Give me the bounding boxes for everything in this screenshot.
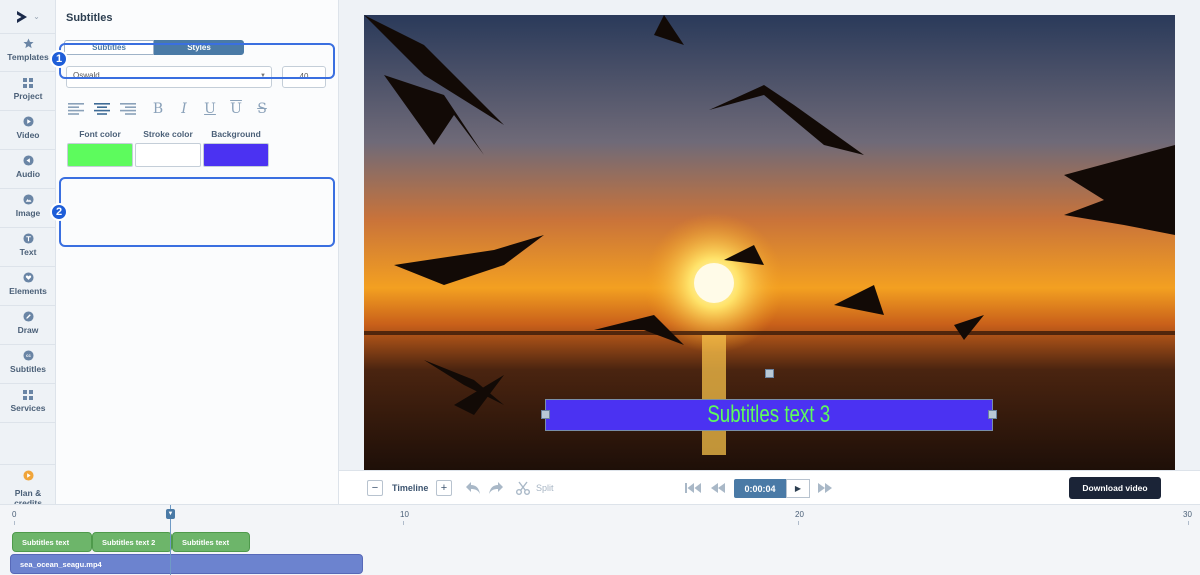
subtitle-clip[interactable]: Subtitles text 2 [92,532,172,552]
sidebar-item-project[interactable]: Project [0,73,56,111]
overline-icon[interactable]: U [226,101,246,117]
sidebar-item-audio[interactable]: Audio [0,151,56,189]
highlight-box-2 [59,177,335,247]
panel-title: Subtitles [66,12,113,24]
redo-icon[interactable] [487,480,505,496]
app-logo[interactable]: ⌄ [0,0,55,34]
play-button[interactable]: ▶ [786,479,810,498]
subtitle-overlay-text: Subtitles text 3 [707,401,831,428]
ruler-tick [1188,521,1189,525]
cc-icon: cc [22,350,34,361]
play-circle-icon [22,116,34,127]
skip-to-start-icon[interactable] [684,480,702,496]
pencil-icon [22,311,34,322]
logo-icon [17,10,28,23]
align-center-icon[interactable] [92,101,112,117]
sidebar-item-label: Draw [17,325,39,335]
ruler-label: 10 [400,510,409,519]
timeline[interactable]: 0 10 20 30 Subtitles text Subtitles text… [0,504,1200,575]
chevron-down-icon: ⌄ [33,12,40,21]
subtitle-clip[interactable]: Subtitles text [172,532,250,552]
sidebar-item-label: Services [10,403,46,413]
sidebar-item-plan-credits[interactable]: Plan & credits [0,464,56,508]
ruler-tick [403,521,404,525]
background-color-label: Background [211,129,261,139]
align-right-icon[interactable] [118,101,138,117]
font-color-swatch[interactable] [67,143,133,167]
services-grid-icon [23,389,34,400]
sidebar-item-image[interactable]: Image [0,190,56,228]
grid-icon [23,77,34,88]
preview-toolbar: − Timeline + Split 0:00:04 ▶ Download vi… [339,470,1200,504]
sidebar-item-draw[interactable]: Draw [0,307,56,345]
sidebar-item-label: Video [16,130,40,140]
subtitle-clip[interactable]: Subtitles text [12,532,92,552]
sidebar-item-video[interactable]: Video [0,112,56,150]
current-time-display: 0:00:04 [734,479,786,498]
step-badge-2: 2 [50,203,68,221]
sidebar-item-label: Subtitles [10,364,46,374]
sidebar-item-label: Audio [15,169,41,179]
scissors-icon[interactable] [514,480,532,496]
download-video-button[interactable]: Download video [1069,477,1161,499]
step-badge-1: 1 [50,50,68,68]
fast-forward-icon[interactable] [816,480,834,496]
ruler-tick [798,521,799,525]
font-color-label: Font color [79,129,121,139]
stroke-color-label: Stroke color [143,129,193,139]
resize-handle-left[interactable] [541,410,550,419]
audio-icon [22,155,34,166]
undo-icon[interactable] [464,480,482,496]
image-icon [22,194,34,205]
sidebar-item-label: Elements [9,286,47,296]
ruler-label: 0 [12,510,17,519]
app: ⌄ Templates Project Video Audio Image Te… [0,0,1200,575]
star-icon [22,38,34,49]
background-color-swatch[interactable] [203,143,269,167]
heart-icon [22,272,34,283]
bold-icon[interactable]: B [148,101,168,117]
zoom-out-button[interactable]: − [367,480,383,496]
split-label[interactable]: Split [536,483,554,493]
svg-text:cc: cc [26,353,31,358]
stroke-color-picker: Stroke color [135,129,201,167]
timeline-label: Timeline [392,483,429,493]
font-color-picker: Font color [67,129,133,167]
video-clip[interactable]: sea_ocean_seagu.mp4 [10,554,363,574]
ruler-label: 30 [1183,510,1192,519]
sidebar-item-label: Text [19,247,37,257]
sidebar-item-label: Image [15,208,41,218]
highlight-box-1 [59,43,335,79]
resize-handle-right[interactable] [988,410,997,419]
subtitle-overlay[interactable]: Subtitles text 3 [545,399,993,431]
stroke-color-swatch[interactable] [135,143,201,167]
playhead-knob[interactable]: ▼ [166,509,175,519]
ruler-label: 20 [795,510,804,519]
background-color-picker: Background [203,129,269,167]
sidebar-item-elements[interactable]: Elements [0,268,56,306]
sidebar-item-label: Templates [7,52,49,62]
sidebar-item-text[interactable]: Text [0,229,56,267]
plan-label-line1: Plan & [14,488,42,498]
subtitles-panel: Subtitles Subtitles Styles Oswald ▼ 40 1… [50,0,339,504]
align-left-icon[interactable] [66,101,86,117]
plan-icon [22,468,34,486]
strikethrough-icon[interactable]: S [252,101,272,117]
text-icon [22,233,34,244]
rewind-icon[interactable] [709,480,727,496]
underline-icon[interactable]: U [200,101,220,117]
zoom-in-button[interactable]: + [436,480,452,496]
rotate-handle[interactable] [765,369,774,378]
italic-icon[interactable]: I [174,101,194,117]
formatting-toolbar: B I U U S [66,101,272,117]
ruler-tick [14,521,15,525]
sidebar-item-services[interactable]: Services [0,385,56,423]
sidebar-item-subtitles[interactable]: cc Subtitles [0,346,56,384]
play-icon: ▶ [794,484,802,493]
left-sidebar: ⌄ Templates Project Video Audio Image Te… [0,0,56,508]
sidebar-item-label: Project [13,91,43,101]
sidebar-item-templates[interactable]: Templates [0,34,56,72]
